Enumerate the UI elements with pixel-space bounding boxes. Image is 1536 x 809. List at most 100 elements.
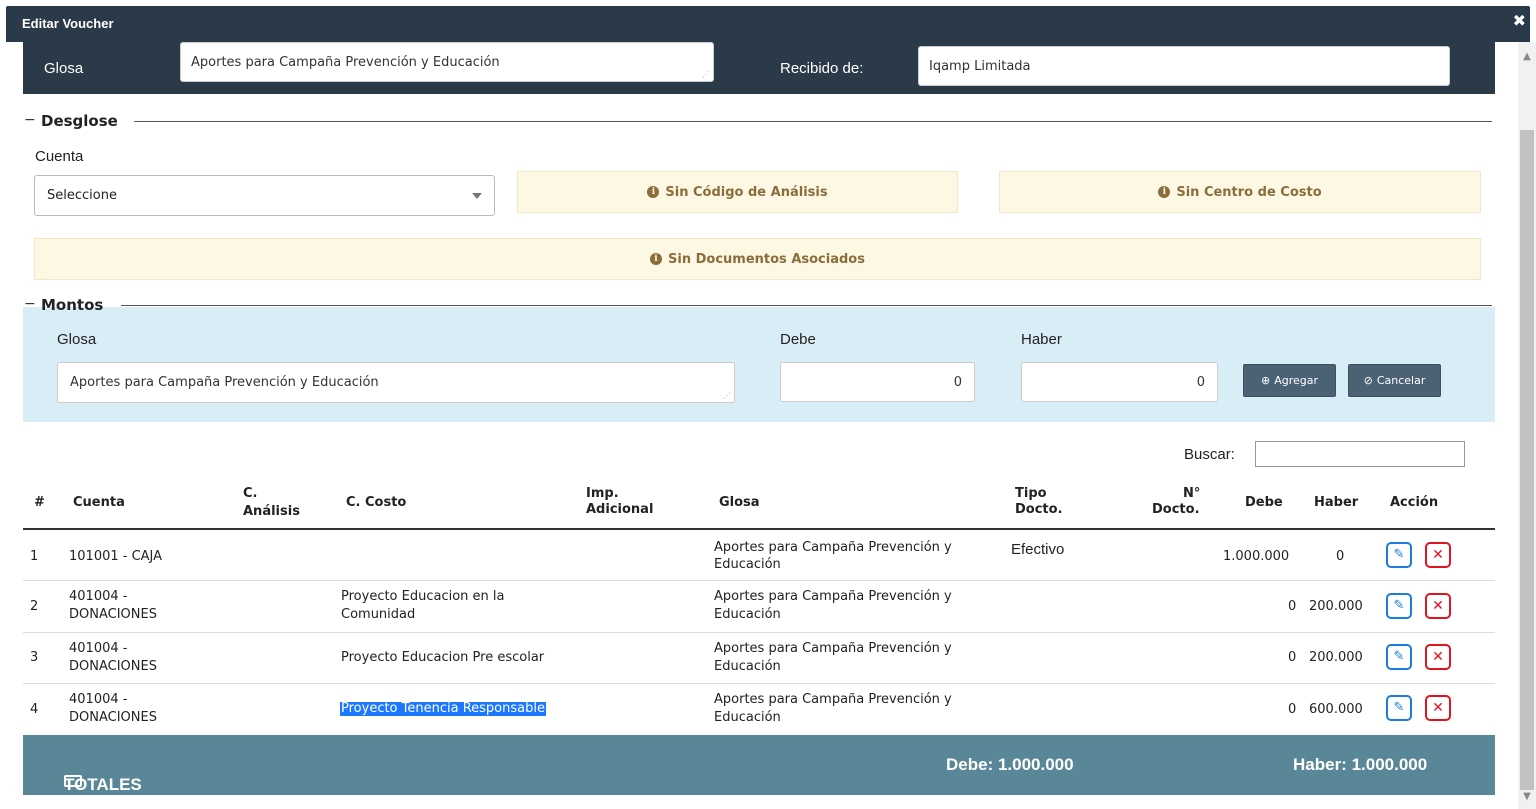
cell-debe: 0 bbox=[1288, 702, 1297, 717]
debe-value: 0 bbox=[953, 374, 962, 390]
cell-glosa-line1: Aportes para Campaña Prevención y bbox=[714, 692, 952, 707]
debe-label: Debe bbox=[780, 331, 816, 348]
scroll-down-icon[interactable]: ▼ bbox=[1518, 788, 1536, 806]
glosa-textarea[interactable]: Aportes para Campaña Prevención y Educac… bbox=[180, 42, 714, 82]
resize-grip-icon[interactable]: ⋰ bbox=[702, 71, 710, 79]
cell-glosa-line2: Educación bbox=[714, 557, 781, 572]
th-num[interactable]: # bbox=[34, 496, 45, 510]
cell-num: 1 bbox=[30, 549, 39, 564]
dialog-titlebar: Editar Voucher ✖ bbox=[0, 0, 1536, 42]
haber-value: 0 bbox=[1196, 374, 1205, 390]
th-tipo-line2[interactable]: Docto. bbox=[1015, 503, 1063, 517]
th-imp-line2[interactable]: Adicional bbox=[586, 503, 653, 517]
totals-debe: Debe: 1.000.000 bbox=[946, 755, 1074, 774]
times-icon[interactable]: ✕ bbox=[1425, 644, 1451, 670]
cell-num: 4 bbox=[30, 702, 39, 717]
recibido-input[interactable]: Iqamp Limitada bbox=[918, 46, 1450, 86]
collapse-desglose-icon[interactable]: − bbox=[24, 112, 36, 128]
search-label: Buscar: bbox=[1184, 446, 1235, 463]
cell-cuenta-line2: DONACIONES bbox=[69, 607, 157, 622]
recibido-value: Iqamp Limitada bbox=[929, 58, 1031, 74]
cell-haber: 200.000 bbox=[1309, 650, 1363, 665]
cell-cuenta-line2: DONACIONES bbox=[69, 710, 157, 725]
montos-divider bbox=[121, 305, 1492, 306]
th-glosa[interactable]: Glosa bbox=[719, 496, 760, 510]
cell-num: 2 bbox=[30, 599, 39, 614]
desglose-divider bbox=[134, 121, 1492, 122]
debe-input[interactable]: 0 bbox=[780, 362, 975, 402]
cell-cuenta-line1: 401004 - bbox=[69, 589, 128, 604]
times-icon[interactable]: ✕ bbox=[1425, 695, 1451, 721]
totals-haber: Haber: 1.000.000 bbox=[1293, 755, 1428, 774]
montos-glosa-value: Aportes para Campaña Prevención y Educac… bbox=[70, 375, 379, 390]
th-ndoc-line1[interactable]: N° bbox=[1183, 487, 1200, 501]
cell-cuenta: 101001 - CAJA bbox=[69, 549, 163, 564]
glosa-value: Aportes para Campaña Prevención y Educac… bbox=[191, 55, 500, 70]
cuenta-select-value: Seleccione bbox=[47, 188, 117, 203]
cell-glosa-line2: Educación bbox=[714, 607, 781, 622]
th-cuenta[interactable]: Cuenta bbox=[73, 496, 125, 510]
warning-codigo-analisis: i Sin Código de Análisis bbox=[517, 171, 958, 213]
montos-glosa-textarea[interactable]: Aportes para Campaña Prevención y Educac… bbox=[57, 362, 735, 403]
glosa-label: Glosa bbox=[44, 60, 84, 77]
cell-haber: 600.000 bbox=[1309, 702, 1363, 717]
cell-costo-line1: Proyecto Educacion en la bbox=[341, 589, 505, 604]
cell-costo-line2: Comunidad bbox=[341, 607, 416, 622]
ban-icon: ⊘ bbox=[1363, 374, 1373, 387]
th-imp-line1[interactable]: Imp. bbox=[586, 487, 619, 501]
pencil-icon[interactable]: ✎ bbox=[1386, 695, 1412, 721]
montos-glosa-label: Glosa bbox=[57, 331, 97, 348]
th-haber[interactable]: Haber bbox=[1314, 496, 1358, 510]
cell-cuenta-line1: 401004 - bbox=[69, 692, 128, 707]
agregar-label: Agregar bbox=[1274, 374, 1319, 387]
haber-input[interactable]: 0 bbox=[1021, 362, 1218, 402]
close-icon[interactable]: ✖ bbox=[1513, 13, 1526, 29]
times-icon[interactable]: ✕ bbox=[1425, 593, 1451, 619]
montos-title: Montos bbox=[41, 296, 104, 314]
cell-tipo: Efectivo bbox=[1011, 541, 1065, 558]
pencil-icon[interactable]: ✎ bbox=[1386, 542, 1412, 568]
cell-cuenta-line1: 401004 - bbox=[69, 641, 128, 656]
th-tipo-line1[interactable]: Tipo bbox=[1015, 487, 1047, 501]
totals-bar: TOTALES Debe: 1.000.000 Haber: 1.000.000 bbox=[23, 735, 1495, 795]
th-c-analisis-line1[interactable]: C. bbox=[243, 487, 257, 501]
cancelar-button[interactable]: ⊘ Cancelar bbox=[1348, 364, 1441, 397]
resize-grip-icon[interactable]: ⋰ bbox=[723, 392, 731, 400]
th-accion: Acción bbox=[1390, 495, 1439, 510]
dialog-title: Editar Voucher bbox=[22, 16, 114, 31]
th-debe[interactable]: Debe bbox=[1245, 496, 1283, 510]
cell-glosa-line1: Aportes para Campaña Prevención y bbox=[714, 641, 952, 656]
voucher-header: Glosa Aportes para Campaña Prevención y … bbox=[23, 42, 1495, 94]
cell-debe: 0 bbox=[1288, 599, 1297, 614]
cell-haber: 200.000 bbox=[1309, 599, 1363, 614]
cell-glosa-line1: Aportes para Campaña Prevención y bbox=[714, 540, 952, 555]
search-input[interactable] bbox=[1255, 441, 1465, 467]
pencil-icon[interactable]: ✎ bbox=[1386, 593, 1412, 619]
cell-glosa-line2: Educación bbox=[714, 710, 781, 725]
pencil-icon[interactable]: ✎ bbox=[1386, 644, 1412, 670]
scroll-up-icon[interactable]: ▲ bbox=[1518, 48, 1536, 66]
scroll-thumb[interactable] bbox=[1520, 130, 1534, 790]
cell-glosa-line1: Aportes para Campaña Prevención y bbox=[714, 589, 952, 604]
chevron-down-icon bbox=[472, 193, 482, 199]
collapse-montos-icon[interactable]: − bbox=[24, 296, 36, 312]
agregar-button[interactable]: ⊕ Agregar bbox=[1243, 364, 1336, 397]
cell-costo: Proyecto Educacion Pre escolar bbox=[341, 650, 545, 665]
cell-costo-selected[interactable]: Proyecto Tenencia Responsable bbox=[340, 702, 546, 716]
warning-documentos: i Sin Documentos Asociados bbox=[34, 238, 1481, 280]
th-c-costo[interactable]: C. Costo bbox=[346, 496, 406, 510]
warning-codigo-text: Sin Código de Análisis bbox=[665, 184, 828, 200]
row-divider bbox=[23, 683, 1495, 684]
cancelar-label: Cancelar bbox=[1376, 374, 1426, 387]
warning-centro-text: Sin Centro de Costo bbox=[1176, 184, 1322, 200]
vertical-scrollbar[interactable]: ▲ ▼ bbox=[1518, 42, 1536, 809]
table-header-border bbox=[23, 528, 1495, 530]
th-c-analisis-line2[interactable]: Análisis bbox=[243, 505, 300, 519]
row-divider bbox=[23, 580, 1495, 581]
cuenta-select[interactable]: Seleccione bbox=[34, 175, 495, 216]
th-ndoc-line2[interactable]: Docto. bbox=[1152, 503, 1200, 517]
cell-haber: 0 bbox=[1336, 549, 1345, 564]
info-circle-icon: i bbox=[647, 186, 660, 198]
cuenta-label: Cuenta bbox=[35, 148, 84, 165]
times-icon[interactable]: ✕ bbox=[1425, 542, 1451, 568]
